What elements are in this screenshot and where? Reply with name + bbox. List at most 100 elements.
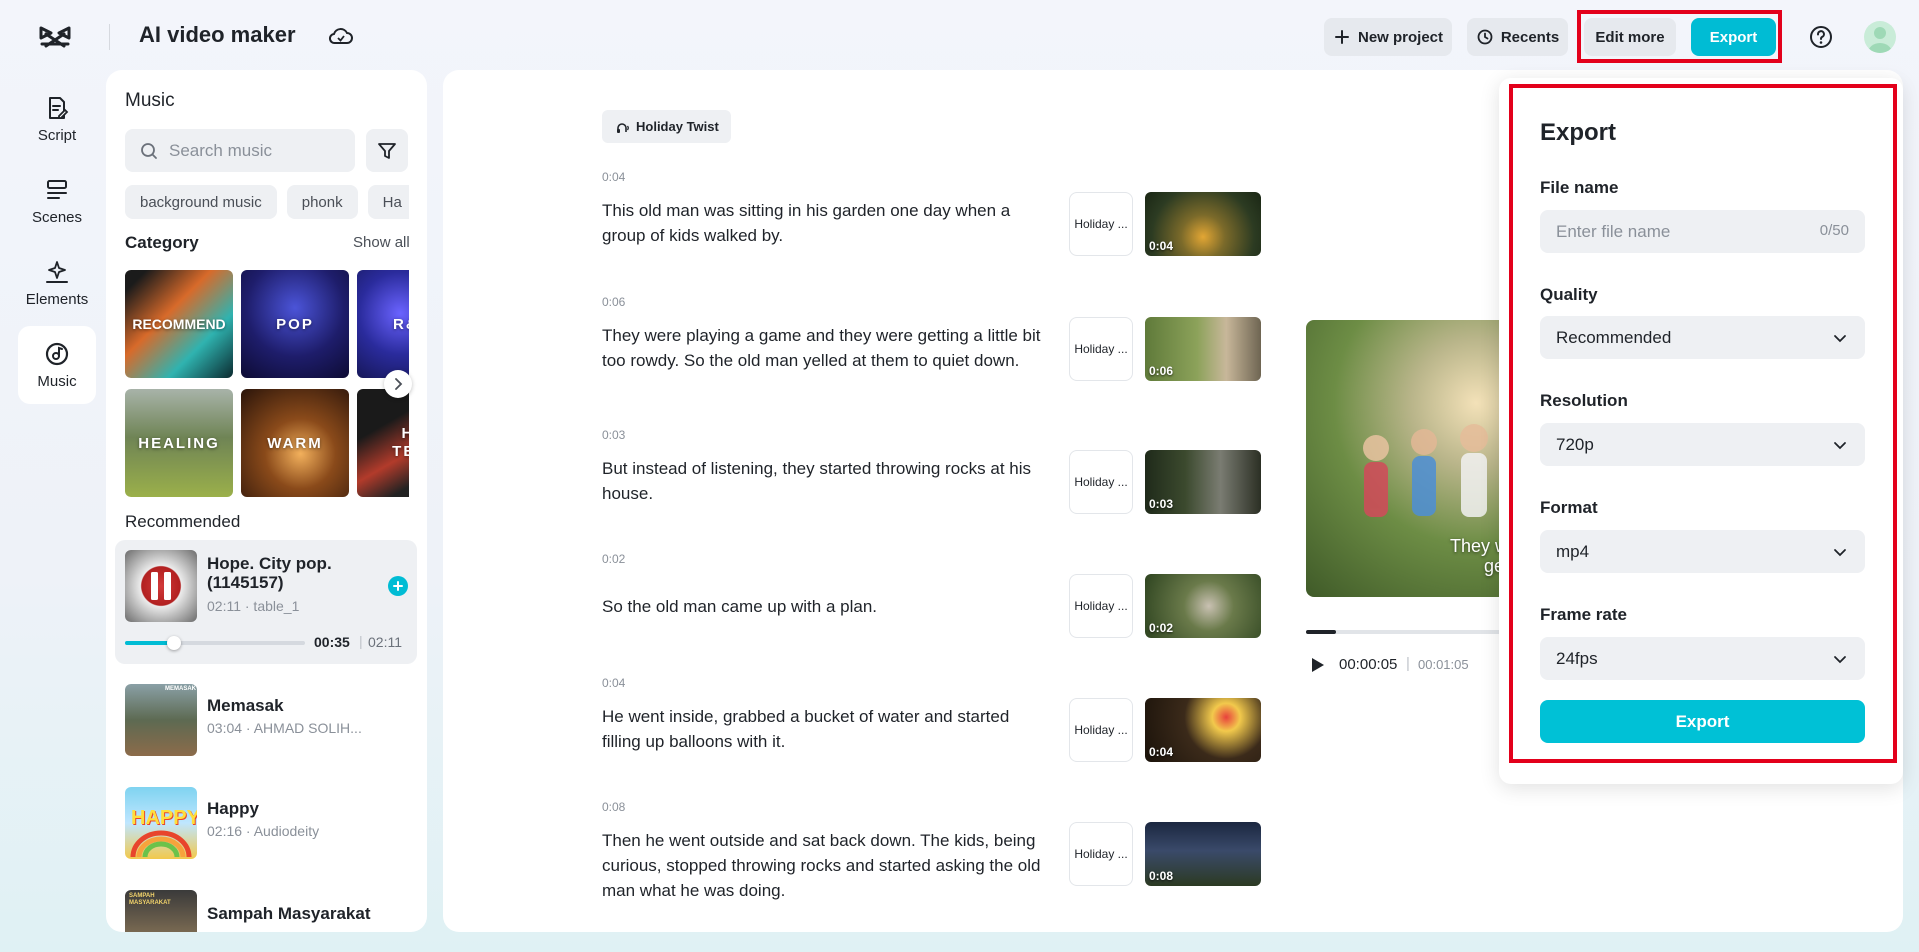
- voice-tag[interactable]: Holiday Twist: [602, 110, 731, 143]
- scene-voice-tag[interactable]: Holiday ...: [1069, 574, 1133, 638]
- category-label-recommend: RECOMMEND: [132, 316, 226, 332]
- scene-thumb-duration: 0:03: [1149, 497, 1174, 511]
- music-panel-title: Music: [125, 90, 175, 111]
- scene-thumbnail[interactable]: 0:03: [1145, 450, 1261, 514]
- scene-text[interactable]: They were playing a game and they were g…: [602, 323, 1052, 373]
- chip-background-music[interactable]: background music: [125, 185, 277, 219]
- track-progress-handle[interactable]: [166, 636, 181, 650]
- scene-thumb-duration: 0:02: [1149, 621, 1174, 635]
- chevron-down-icon: [1834, 334, 1846, 342]
- export-panel-title: Export: [1540, 119, 1617, 146]
- scene-voice-tag[interactable]: Holiday ...: [1069, 698, 1133, 762]
- capcut-logo-icon[interactable]: [38, 22, 72, 52]
- left-nav: Script Scenes Elements Music: [18, 80, 96, 408]
- search-icon: [141, 142, 157, 159]
- preview-current-time: 00:00:05: [1339, 656, 1398, 673]
- export-confirm-button[interactable]: Export: [1540, 700, 1865, 743]
- nav-item-script[interactable]: Script: [18, 80, 96, 158]
- plus-icon: [393, 581, 403, 591]
- scene-text[interactable]: This old man was sitting in his garden o…: [602, 198, 1052, 248]
- nav-item-scenes[interactable]: Scenes: [18, 162, 96, 240]
- resolution-label: Resolution: [1540, 391, 1628, 410]
- track-thumb-happy: HAPPY: [125, 787, 197, 859]
- frame-rate-value: 24fps: [1556, 648, 1598, 668]
- chip-phonk[interactable]: phonk: [286, 185, 358, 219]
- quality-label: Quality: [1540, 285, 1598, 304]
- track-meta: 02:16 · Audiodeity: [207, 823, 320, 839]
- category-label-pop: POP: [276, 315, 314, 333]
- scene-text[interactable]: He went inside, grabbed a bucket of wate…: [602, 704, 1052, 754]
- user-icon: [1868, 27, 1892, 53]
- format-select[interactable]: mp4: [1540, 530, 1865, 573]
- category-label-rnb: R&: [393, 315, 409, 333]
- category-high-tempo[interactable]: HI TEM: [357, 389, 409, 497]
- play-icon[interactable]: [1307, 655, 1327, 675]
- scene-text[interactable]: But instead of listening, they started t…: [602, 456, 1052, 506]
- filter-button[interactable]: [366, 129, 408, 172]
- file-name-field[interactable]: 0/50: [1540, 210, 1865, 253]
- quality-value: Recommended: [1556, 327, 1672, 347]
- scene-duration: 0:06: [602, 295, 626, 309]
- music-search-box[interactable]: [125, 129, 355, 172]
- resolution-select[interactable]: 720p: [1540, 423, 1865, 466]
- scene-voice-tag[interactable]: Holiday ...: [1069, 450, 1133, 514]
- scene-duration: 0:04: [602, 170, 626, 184]
- scene-voice-tag[interactable]: Holiday ...: [1069, 192, 1133, 256]
- scene-thumbnail[interactable]: 0:04: [1145, 698, 1261, 762]
- resolution-value: 720p: [1556, 434, 1594, 454]
- topbar-divider: [109, 24, 110, 50]
- scene-duration: 0:08: [602, 800, 626, 814]
- track-thumb-memasak: MEMASAK: [125, 684, 197, 756]
- filter-icon: [378, 142, 396, 159]
- cloud-icon[interactable]: [328, 25, 354, 49]
- scene-voice-tag[interactable]: Holiday ...: [1069, 317, 1133, 381]
- script-icon: [49, 96, 69, 119]
- time-separator: |: [359, 633, 363, 649]
- category-healing[interactable]: HEALING: [125, 389, 233, 497]
- add-track-button[interactable]: [388, 576, 408, 596]
- preview-progress-fill: [1306, 630, 1336, 634]
- help-icon[interactable]: [1808, 24, 1834, 50]
- recents-button[interactable]: Recents: [1467, 18, 1568, 56]
- nav-item-music[interactable]: Music: [18, 326, 96, 404]
- scene-thumbnail[interactable]: 0:02: [1145, 574, 1261, 638]
- scene-thumb-duration: 0:08: [1149, 869, 1174, 883]
- avatar[interactable]: [1864, 21, 1896, 53]
- category-pop[interactable]: POP: [241, 270, 349, 378]
- nav-item-elements[interactable]: Elements: [18, 244, 96, 322]
- scene-voice-tag[interactable]: Holiday ...: [1069, 822, 1133, 886]
- scene-text[interactable]: Then he went outside and sat back down. …: [602, 828, 1052, 903]
- file-name-label: File name: [1540, 178, 1619, 197]
- scene-thumbnail[interactable]: 0:06: [1145, 317, 1261, 381]
- category-rnb[interactable]: R&: [357, 270, 409, 378]
- scene-thumb-duration: 0:06: [1149, 364, 1174, 378]
- pause-icon[interactable]: [125, 550, 197, 622]
- new-project-button[interactable]: New project: [1324, 18, 1452, 56]
- track-meta: 02:11 · table_1: [207, 598, 300, 614]
- music-tag-chips: background music phonk Ha: [125, 185, 409, 219]
- scene-duration: 0:04: [602, 676, 626, 690]
- file-name-input[interactable]: [1556, 221, 1806, 242]
- scene-thumbnail[interactable]: 0:04: [1145, 192, 1261, 256]
- track-progress-slider[interactable]: [125, 636, 305, 650]
- chevron-down-icon: [1834, 441, 1846, 449]
- quality-select[interactable]: Recommended: [1540, 316, 1865, 359]
- category-label-healing: HEALING: [138, 434, 220, 452]
- show-all-link[interactable]: Show all: [353, 234, 410, 251]
- frame-rate-select[interactable]: 24fps: [1540, 637, 1865, 680]
- format-value: mp4: [1556, 541, 1590, 561]
- category-warm[interactable]: WARM: [241, 389, 349, 497]
- scene-thumbnail[interactable]: 0:08: [1145, 822, 1261, 886]
- category-next-button[interactable]: [384, 370, 412, 398]
- clock-icon: [1477, 29, 1493, 45]
- category-recommend[interactable]: RECOMMEND: [125, 270, 233, 378]
- scene-duration: 0:02: [602, 552, 626, 566]
- category-label-warm: WARM: [267, 434, 323, 452]
- chip-ha[interactable]: Ha: [367, 185, 409, 219]
- scene-text[interactable]: So the old man came up with a plan.: [602, 594, 1052, 619]
- plus-icon: [1334, 30, 1349, 44]
- app-title: AI video maker: [139, 22, 296, 47]
- track-thumb-sampah: SAMPAH MASYARAKAT: [125, 890, 197, 932]
- search-input[interactable]: [169, 140, 339, 161]
- rainbow-icon: [130, 830, 192, 858]
